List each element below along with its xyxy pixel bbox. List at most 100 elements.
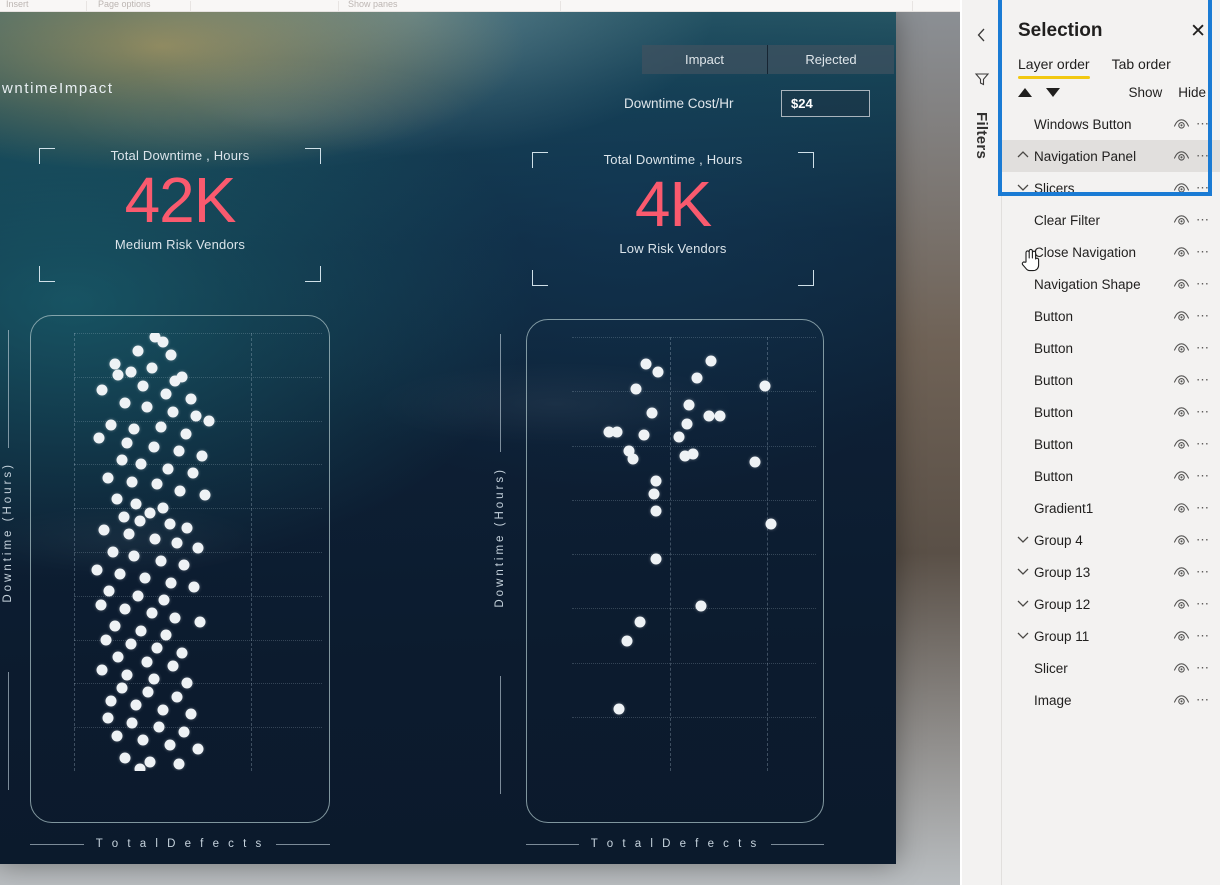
scatter-point[interactable] <box>185 393 197 405</box>
scatter-point[interactable] <box>687 448 699 460</box>
more-options-icon[interactable]: ⋯ <box>1196 212 1210 228</box>
scatter-point[interactable] <box>194 616 206 628</box>
scatter-point[interactable] <box>148 673 160 685</box>
scatter-point[interactable] <box>125 638 137 650</box>
scatter-point[interactable] <box>135 458 147 470</box>
scatter-point[interactable] <box>646 407 658 419</box>
scatter-point[interactable] <box>153 721 165 733</box>
eye-icon[interactable] <box>1173 597 1190 611</box>
scatter-point[interactable] <box>121 669 133 681</box>
layer-row[interactable]: Group 13 ⋯ <box>1002 556 1220 588</box>
scatter-point[interactable] <box>613 703 625 715</box>
collapse-pane-button[interactable] <box>969 22 995 48</box>
eye-icon[interactable] <box>1173 437 1190 451</box>
scatter-point[interactable] <box>162 463 174 475</box>
scatter-point[interactable] <box>681 418 693 430</box>
scatter-point[interactable] <box>190 410 202 422</box>
scatter-point[interactable] <box>142 686 154 698</box>
more-options-icon[interactable]: ⋯ <box>1196 372 1210 388</box>
scatter-point[interactable] <box>126 717 138 729</box>
layer-row[interactable]: Group 4 ⋯ <box>1002 524 1220 556</box>
scatter-point[interactable] <box>765 518 777 530</box>
scatter-point[interactable] <box>148 441 160 453</box>
scatter-point[interactable] <box>703 410 715 422</box>
more-options-icon[interactable]: ⋯ <box>1196 436 1210 452</box>
triangle-up-icon[interactable] <box>1018 88 1032 97</box>
more-options-icon[interactable]: ⋯ <box>1196 308 1210 324</box>
scatter-point[interactable] <box>130 498 142 510</box>
scatter-point[interactable] <box>171 537 183 549</box>
scatter-point[interactable] <box>102 712 114 724</box>
scatter-point[interactable] <box>119 603 131 615</box>
layer-row[interactable]: Button ⋯ <box>1002 460 1220 492</box>
scatter-point[interactable] <box>141 401 153 413</box>
scatter-point[interactable] <box>611 426 623 438</box>
scatter-point[interactable] <box>132 590 144 602</box>
scatter-point[interactable] <box>128 550 140 562</box>
scatter-point[interactable] <box>203 415 215 427</box>
scatter-point[interactable] <box>111 493 122 505</box>
scatter-point[interactable] <box>132 345 144 357</box>
scatter-point[interactable] <box>648 488 660 500</box>
scatter-point[interactable] <box>119 752 131 764</box>
scatter-point[interactable] <box>98 524 110 536</box>
scatter-point[interactable] <box>695 600 707 612</box>
scatter-chart-medium-risk[interactable]: 2002202402602803003203403603804000M10M <box>30 315 330 823</box>
scatter-point[interactable] <box>146 607 158 619</box>
scatter-point[interactable] <box>627 453 638 465</box>
close-icon[interactable]: ✕ <box>1190 22 1206 41</box>
scatter-point[interactable] <box>118 511 130 523</box>
scatter-point[interactable] <box>112 651 124 663</box>
scatter-point[interactable] <box>187 467 199 479</box>
scatter-point[interactable] <box>749 456 761 468</box>
kpi-card-low-risk[interactable]: Total Downtime , Hours 4K Low Risk Vendo… <box>523 144 823 294</box>
scatter-point[interactable] <box>149 533 161 545</box>
layer-list[interactable]: Windows Button ⋯ Navigation Panel ⋯ Slic… <box>1002 108 1220 716</box>
layer-row[interactable]: Slicers ⋯ <box>1002 172 1220 204</box>
scatter-point[interactable] <box>174 485 186 497</box>
scatter-point[interactable] <box>111 730 122 742</box>
scatter-point[interactable] <box>178 559 190 571</box>
scatter-point[interactable] <box>714 410 726 422</box>
scatter-point[interactable] <box>91 564 103 576</box>
layer-row[interactable]: Slicer ⋯ <box>1002 652 1220 684</box>
eye-icon[interactable] <box>1173 405 1190 419</box>
layer-row[interactable]: Button ⋯ <box>1002 332 1220 364</box>
layer-row[interactable]: Windows Button ⋯ <box>1002 108 1220 140</box>
scatter-point[interactable] <box>123 528 135 540</box>
eye-icon[interactable] <box>1173 245 1190 259</box>
scatter-point[interactable] <box>673 431 685 443</box>
more-options-icon[interactable]: ⋯ <box>1196 244 1210 260</box>
scatter-point[interactable] <box>705 355 717 367</box>
scatter-point[interactable] <box>640 358 652 370</box>
scatter-chart-low-risk[interactable]: 4060801001201401601802005M10M <box>526 319 824 823</box>
chevron-up-icon[interactable] <box>1016 149 1034 164</box>
scatter-point[interactable] <box>650 553 662 565</box>
scatter-point[interactable] <box>134 515 146 527</box>
layer-row[interactable]: Clear Filter ⋯ <box>1002 204 1220 236</box>
scatter-point[interactable] <box>107 546 119 558</box>
more-options-icon[interactable]: ⋯ <box>1196 404 1210 420</box>
scatter-point[interactable] <box>114 568 126 580</box>
eye-icon[interactable] <box>1173 661 1190 675</box>
scatter-point[interactable] <box>630 383 642 395</box>
scatter-point[interactable] <box>119 397 131 409</box>
eye-icon[interactable] <box>1173 213 1190 227</box>
scatter-point[interactable] <box>169 612 181 624</box>
layer-row[interactable]: Close Navigation ⋯ <box>1002 236 1220 268</box>
scatter-point[interactable] <box>176 371 188 383</box>
chevron-down-icon[interactable] <box>1016 629 1034 644</box>
more-options-icon[interactable]: ⋯ <box>1196 532 1210 548</box>
scatter-point[interactable] <box>181 677 193 689</box>
scatter-point[interactable] <box>167 406 179 418</box>
scatter-point[interactable] <box>171 691 183 703</box>
tab-impact[interactable]: Impact <box>642 45 768 74</box>
hide-all-button[interactable]: Hide <box>1178 85 1206 100</box>
scatter-point[interactable] <box>683 399 695 411</box>
scatter-point[interactable] <box>144 507 156 519</box>
more-options-icon[interactable]: ⋯ <box>1196 596 1210 612</box>
chevron-down-icon[interactable] <box>1016 565 1034 580</box>
kpi-card-medium-risk[interactable]: Total Downtime , Hours 42K Medium Risk V… <box>30 140 330 290</box>
scatter-point[interactable] <box>173 758 184 770</box>
eye-icon[interactable] <box>1173 629 1190 643</box>
